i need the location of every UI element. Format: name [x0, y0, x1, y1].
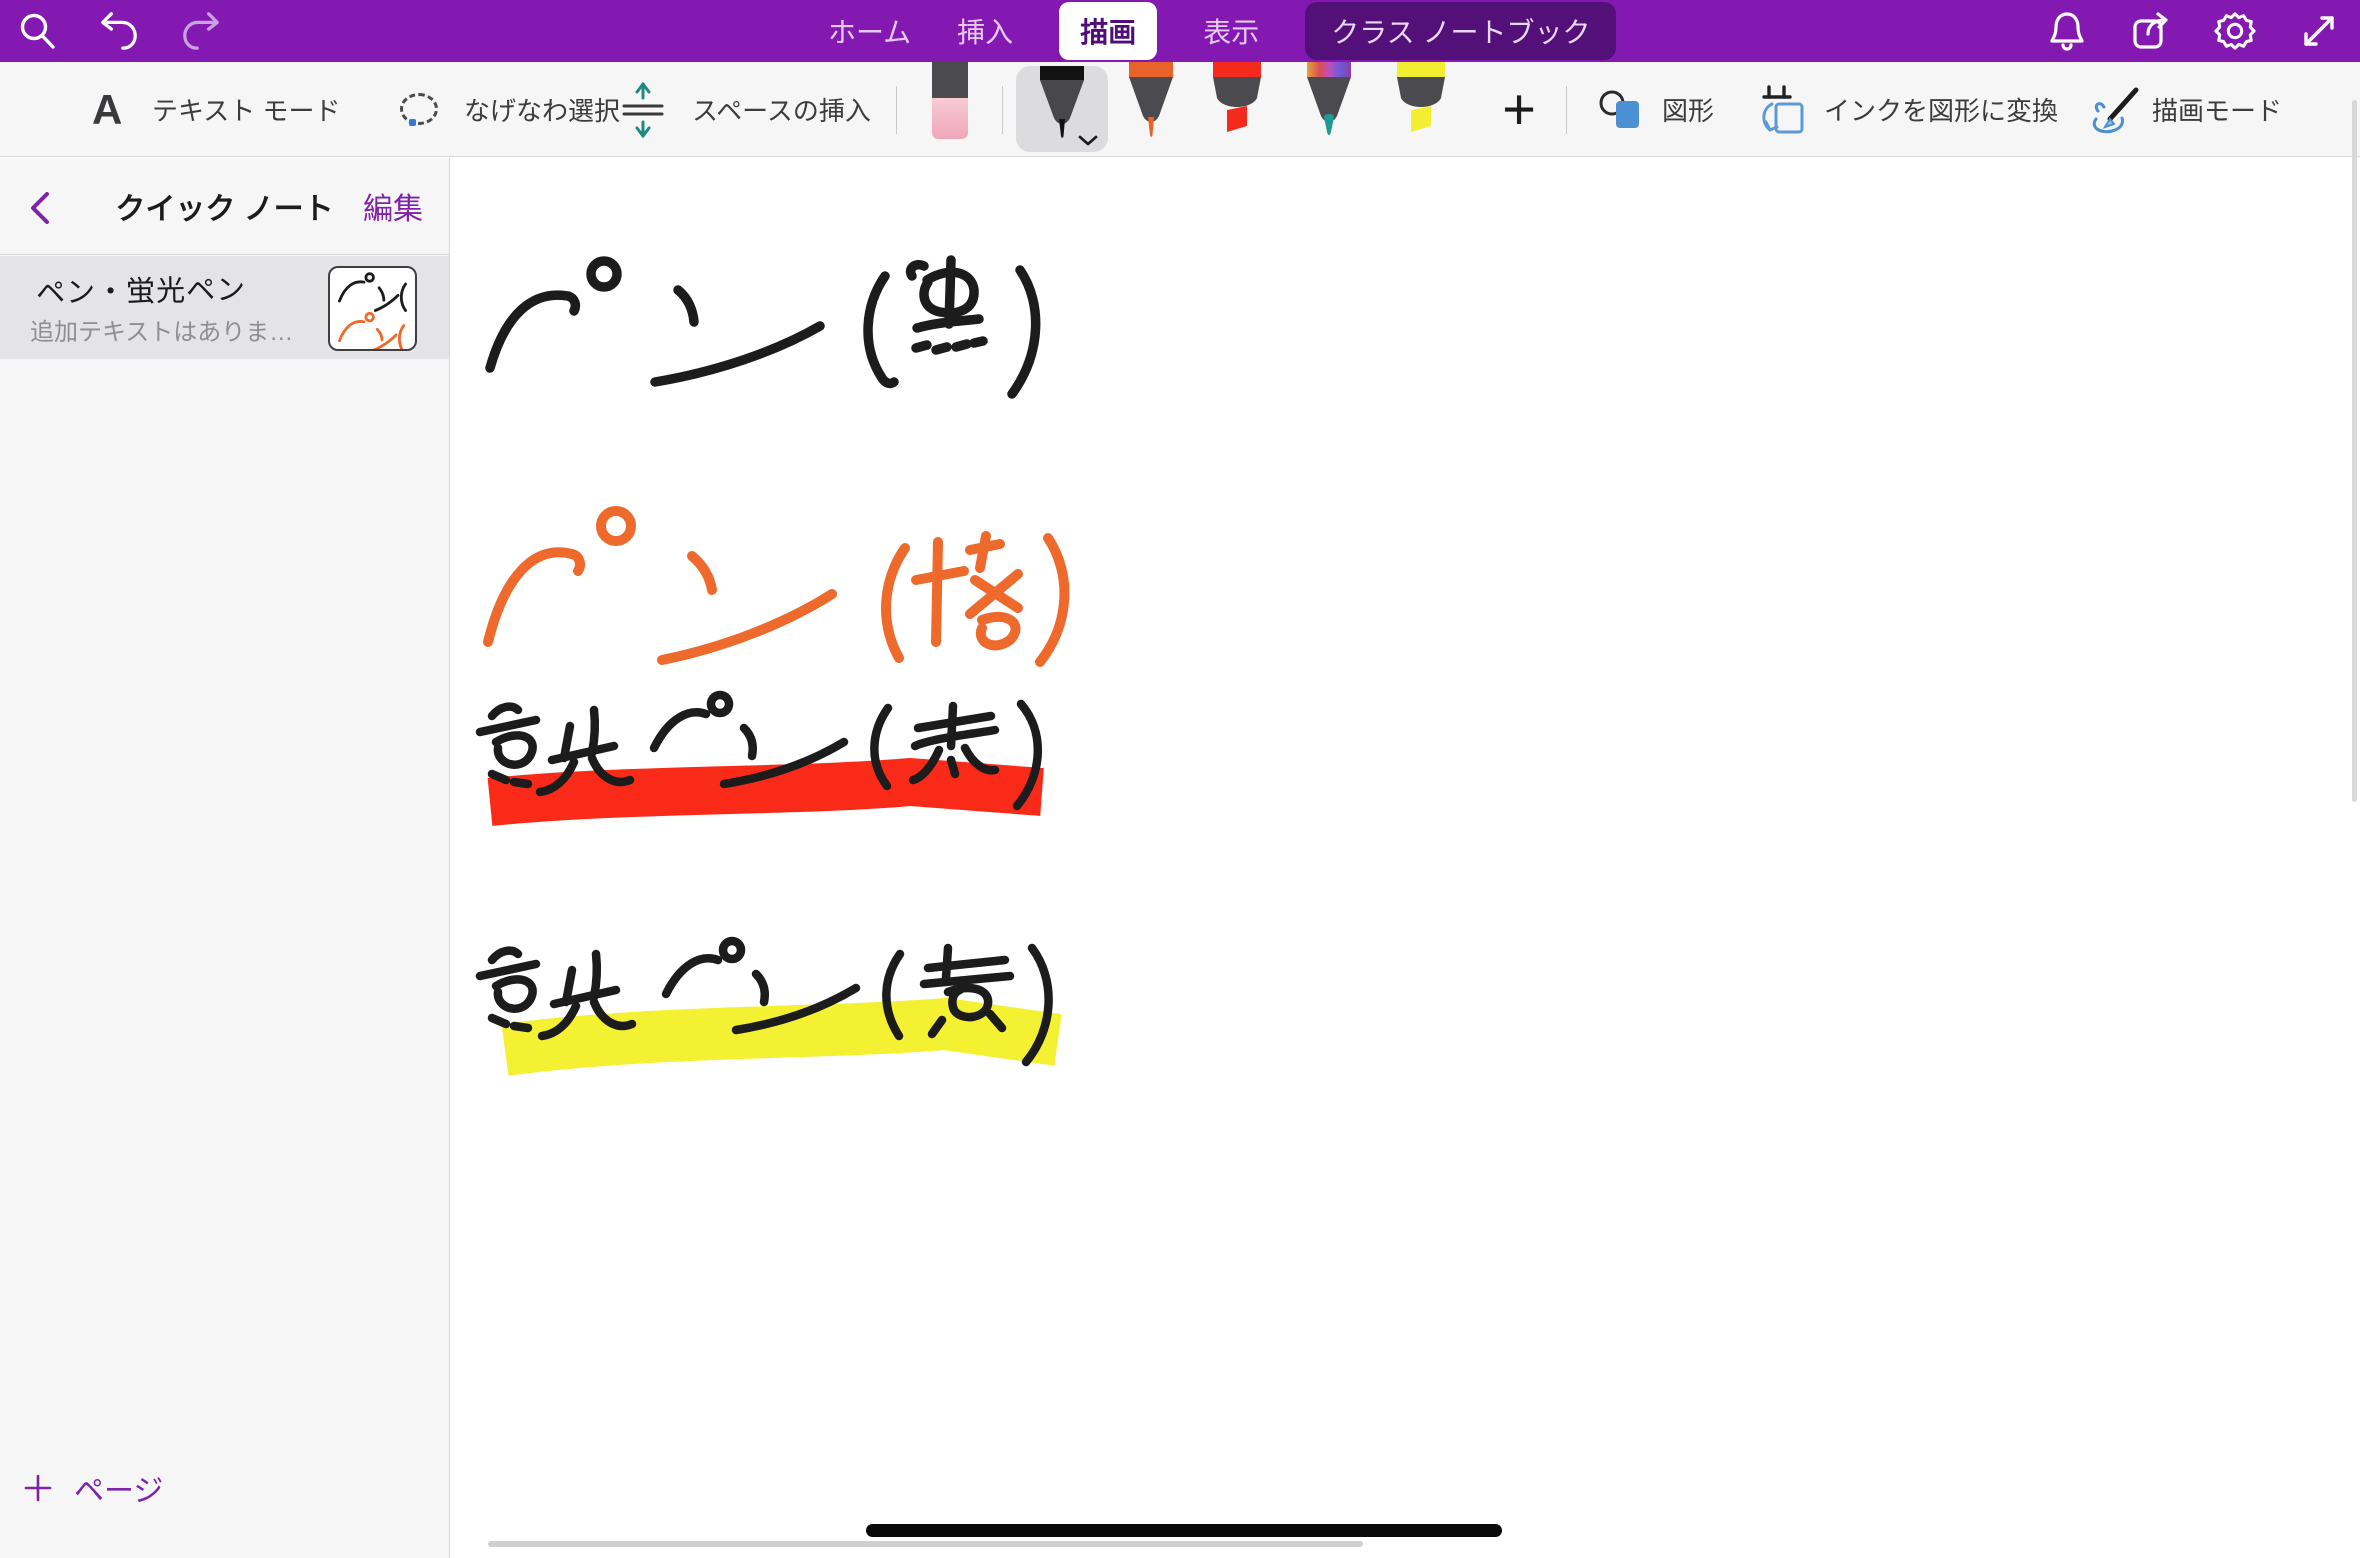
undo-icon[interactable] — [98, 10, 140, 52]
page-title-ink: ペン・蛍光ペン — [36, 266, 247, 312]
pen-rainbow-tool[interactable] — [1300, 62, 1358, 142]
redo-icon — [180, 10, 222, 52]
page-subtitle: 追加テキストはありま… — [30, 312, 293, 347]
toolbar-divider — [1566, 86, 1567, 134]
ink-strokes — [460, 230, 1120, 1130]
add-pen-button[interactable]: + — [1492, 62, 1546, 157]
add-page-label: ページ — [74, 1466, 163, 1510]
share-icon[interactable] — [2130, 10, 2172, 52]
add-page-button[interactable]: ページ — [24, 1466, 163, 1510]
draw-toolbar: A テキスト モード なげなわ選択 スペースの挿入 — [0, 62, 2360, 157]
draw-mode-icon — [2086, 87, 2142, 135]
lasso-node — [409, 119, 416, 126]
title-bar-right-group — [2046, 0, 2340, 62]
thumb-ink-orange — [339, 313, 403, 351]
ink-line-highlighter-red — [480, 695, 1042, 806]
yellow-highlight-stroke — [505, 1024, 1058, 1050]
home-indicator[interactable] — [866, 1524, 1502, 1537]
settings-gear-icon[interactable] — [2214, 10, 2256, 52]
lasso-select-button[interactable]: なげなわ選択 — [464, 62, 620, 157]
tab-insert[interactable]: 挿入 — [957, 11, 1013, 51]
shapes-button[interactable]: 図形 — [1662, 62, 1714, 157]
highlighter-red-tool[interactable] — [1208, 62, 1266, 142]
page-thumbnail — [328, 266, 417, 351]
pen-black-icon — [1033, 66, 1091, 142]
title-bar-left-group — [16, 0, 222, 62]
tab-draw[interactable]: 描画 — [1059, 2, 1157, 60]
draw-mode-button[interactable]: 描画モード — [2152, 62, 2282, 157]
pen-orange-tool[interactable] — [1122, 62, 1180, 142]
lasso-select-icon — [400, 93, 438, 125]
text-mode-button[interactable]: テキスト モード — [152, 62, 340, 157]
ink-to-shape-button[interactable]: インクを図形に変換 — [1824, 62, 2058, 157]
horizontal-scrollbar[interactable] — [488, 1541, 1363, 1547]
insert-space-icon — [620, 82, 666, 138]
tab-class-notebook[interactable]: クラス ノートブック — [1305, 2, 1616, 60]
ribbon-tabs: ホーム 挿入 描画 表示 クラス ノートブック — [828, 0, 1616, 62]
ink-line-pen-orange — [488, 511, 1064, 662]
insert-space-button[interactable]: スペースの挿入 — [692, 62, 871, 157]
toolbar-divider — [1002, 86, 1003, 134]
red-highlight-stroke — [490, 782, 1042, 802]
tab-home[interactable]: ホーム — [828, 11, 911, 51]
ink-line-pen-black — [490, 260, 1036, 394]
shapes-icon — [1598, 89, 1646, 131]
pen-black-selected-tile[interactable] — [1016, 66, 1108, 152]
tab-view[interactable]: 表示 — [1203, 11, 1259, 51]
sidebar-header: クイック ノート 編集 — [0, 158, 449, 255]
note-canvas[interactable] — [451, 158, 2360, 1558]
highlighter-yellow-tool[interactable] — [1392, 62, 1450, 142]
page-list-item-selected[interactable]: ペン・蛍光ペン 追加テキストはありま… — [0, 256, 449, 359]
ink-to-shape-icon — [1756, 84, 1810, 136]
page-list-sidebar: クイック ノート 編集 ペン・蛍光ペン 追加テキストはありま… — [0, 158, 450, 1558]
eraser-tool[interactable] — [930, 62, 970, 146]
vertical-scrollbar[interactable] — [2352, 100, 2357, 802]
plus-icon — [24, 1474, 52, 1502]
fullscreen-icon[interactable] — [2298, 10, 2340, 52]
chevron-down-icon[interactable] — [1078, 135, 1098, 146]
ink-line-highlighter-yellow — [480, 941, 1058, 1062]
title-bar: ホーム 挿入 描画 表示 クラス ノートブック — [0, 0, 2360, 62]
notifications-icon[interactable] — [2046, 10, 2088, 52]
text-mode-icon: A — [92, 62, 122, 157]
toolbar-divider — [896, 86, 897, 134]
search-icon[interactable] — [16, 10, 58, 52]
edit-button[interactable]: 編集 — [363, 184, 423, 228]
thumb-ink-black — [339, 274, 405, 311]
